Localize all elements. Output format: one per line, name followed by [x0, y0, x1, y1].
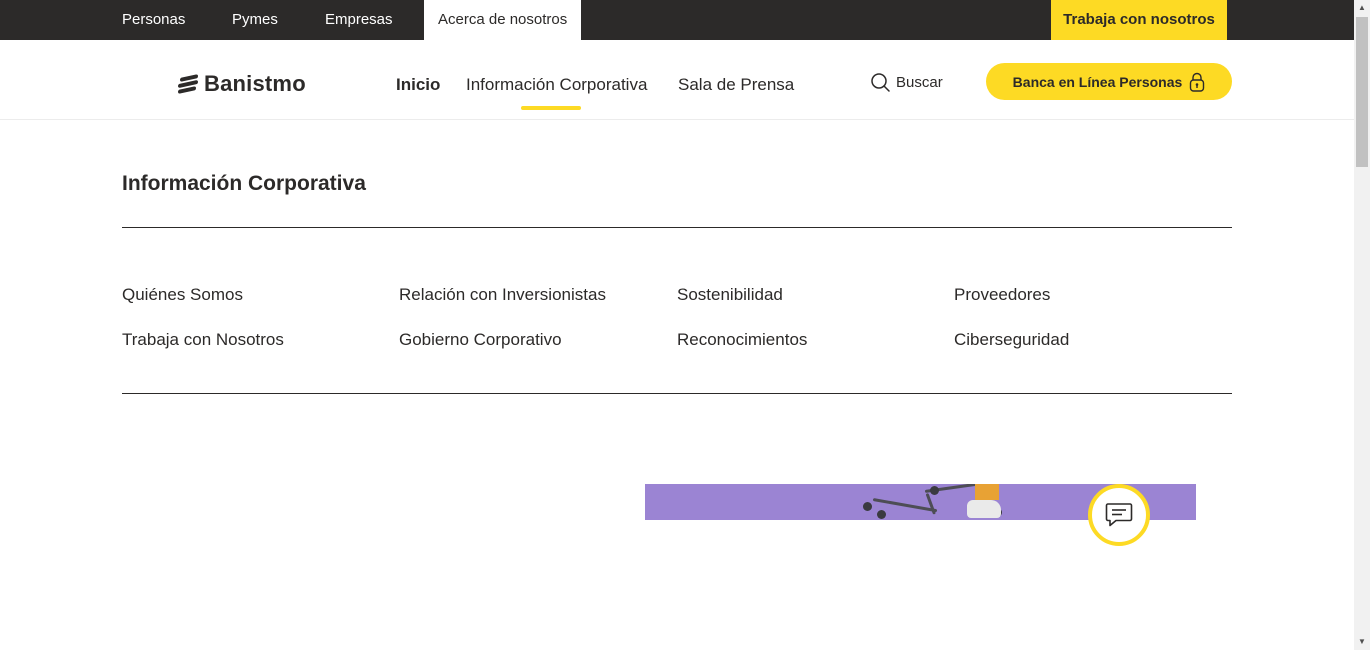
- search-label: Buscar: [896, 73, 943, 91]
- top-segment-bar: Personas Pymes Empresas Acerca de nosotr…: [0, 0, 1354, 40]
- banistmo-logo[interactable]: Banistmo: [178, 71, 306, 97]
- main-header: Banistmo Inicio Información Corporativa …: [0, 40, 1354, 120]
- online-banking-button[interactable]: Banca en Línea Personas: [986, 63, 1232, 100]
- chat-icon: [1105, 503, 1133, 527]
- logo-text: Banistmo: [204, 71, 306, 96]
- active-nav-indicator: [521, 106, 581, 110]
- chair-wheel: [930, 486, 939, 495]
- logo-mark-icon: [178, 74, 200, 94]
- divider-top: [122, 227, 1232, 228]
- link-sostenibilidad[interactable]: Sostenibilidad: [677, 285, 783, 305]
- link-relacion-inversionistas[interactable]: Relación con Inversionistas: [399, 285, 606, 305]
- link-reconocimientos[interactable]: Reconocimientos: [677, 330, 807, 350]
- chair-wheel: [863, 502, 872, 511]
- online-banking-label: Banca en Línea Personas: [1012, 73, 1183, 90]
- sock: [975, 484, 999, 500]
- search-button[interactable]: Buscar: [870, 72, 943, 92]
- vertical-scrollbar[interactable]: ▲ ▼: [1354, 0, 1370, 650]
- scrollbar-thumb[interactable]: [1356, 17, 1368, 167]
- chat-button[interactable]: [1088, 484, 1150, 546]
- divider-bottom: [122, 393, 1232, 394]
- chair-leg: [925, 492, 936, 515]
- link-gobierno-corporativo[interactable]: Gobierno Corporativo: [399, 330, 562, 350]
- section-title: Información Corporativa: [122, 172, 366, 195]
- link-ciberseguridad[interactable]: Ciberseguridad: [954, 330, 1069, 350]
- segment-personas[interactable]: Personas: [122, 0, 185, 40]
- segment-pymes[interactable]: Pymes: [232, 0, 278, 40]
- nav-inicio[interactable]: Inicio: [396, 75, 440, 95]
- segment-acerca-de-nosotros[interactable]: Acerca de nosotros: [424, 0, 582, 40]
- link-quienes-somos[interactable]: Quiénes Somos: [122, 285, 243, 305]
- search-icon: [871, 73, 890, 92]
- link-trabaja-con-nosotros[interactable]: Trabaja con Nosotros: [122, 330, 284, 350]
- scroll-up-arrow-icon[interactable]: ▲: [1354, 0, 1370, 16]
- nav-informacion-corporativa[interactable]: Información Corporativa: [466, 75, 647, 95]
- lock-icon: [1190, 72, 1205, 92]
- chair-wheel: [877, 510, 886, 519]
- shoe: [967, 500, 1001, 518]
- link-proveedores[interactable]: Proveedores: [954, 285, 1050, 305]
- segment-empresas[interactable]: Empresas: [325, 0, 393, 40]
- nav-sala-de-prensa[interactable]: Sala de Prensa: [678, 75, 794, 95]
- work-with-us-button[interactable]: Trabaja con nosotros: [1051, 0, 1227, 40]
- scroll-down-arrow-icon[interactable]: ▼: [1354, 634, 1370, 650]
